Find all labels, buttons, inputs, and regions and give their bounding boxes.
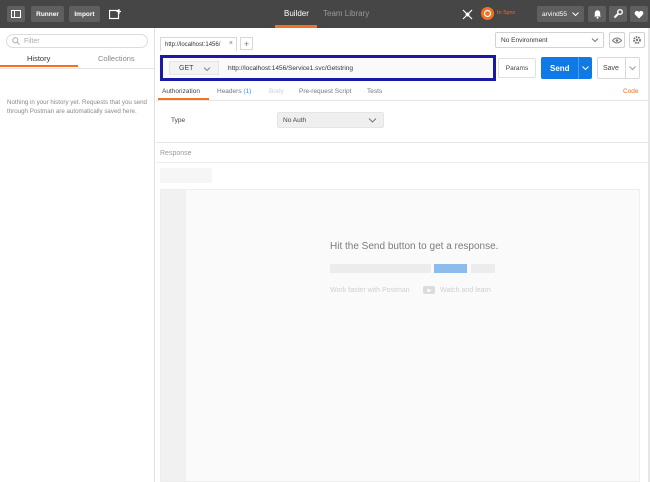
sync-status: In Sync bbox=[497, 10, 516, 16]
sidebar-toggle-button[interactable] bbox=[7, 6, 25, 22]
bell-icon bbox=[593, 10, 601, 19]
settings-button[interactable] bbox=[609, 6, 627, 22]
tab-collections[interactable]: Collections bbox=[98, 54, 135, 63]
response-divider bbox=[156, 162, 650, 163]
method-select[interactable]: GET bbox=[169, 61, 219, 75]
response-status-placeholder bbox=[160, 168, 212, 183]
subtabs-divider bbox=[156, 100, 650, 101]
notifications-button[interactable] bbox=[588, 6, 606, 22]
chevron-down-icon bbox=[203, 67, 211, 72]
eye-icon bbox=[612, 37, 622, 43]
code-link[interactable]: Code bbox=[623, 88, 639, 95]
placeholder-bar-gap bbox=[467, 264, 471, 273]
url-input[interactable]: http://localhost:1456/Service1.svc/Getst… bbox=[223, 61, 491, 75]
environment-quick-look-button[interactable] bbox=[609, 32, 625, 48]
heart-button[interactable] bbox=[630, 6, 648, 22]
response-label: Response bbox=[160, 150, 192, 157]
user-name: arvind55 bbox=[542, 10, 567, 18]
tab-tests[interactable]: Tests bbox=[367, 88, 382, 95]
send-button[interactable]: Send bbox=[541, 57, 592, 79]
history-tab-underline bbox=[0, 65, 78, 67]
chevron-down-icon bbox=[629, 65, 636, 70]
filter-placeholder: Filter bbox=[24, 37, 40, 45]
runner-button[interactable]: Runner bbox=[31, 6, 64, 22]
response-body: Hit the Send button to get a response. W… bbox=[160, 189, 640, 482]
auth-type-label: Type bbox=[171, 117, 186, 124]
request-tab[interactable]: http://localhost:1456/ × bbox=[160, 37, 237, 51]
close-icon[interactable]: × bbox=[229, 40, 233, 47]
history-empty-message: Nothing in your history yet. Requests th… bbox=[7, 99, 147, 115]
send-options-button[interactable] bbox=[578, 57, 592, 79]
sidebar: Filter History Collections Nothing in yo… bbox=[0, 28, 155, 482]
wrench-icon bbox=[613, 9, 623, 19]
gear-icon bbox=[633, 36, 641, 44]
sidebar-toggle-icon bbox=[11, 10, 21, 18]
builder-tab-underline bbox=[275, 25, 317, 28]
heart-icon bbox=[634, 10, 644, 18]
interceptor-button[interactable] bbox=[458, 6, 476, 22]
tab-history[interactable]: History bbox=[27, 54, 50, 63]
user-menu[interactable]: arvind55 bbox=[537, 6, 584, 22]
auth-type-value: No Auth bbox=[283, 116, 307, 124]
environment-value: No Environment bbox=[501, 36, 548, 44]
add-tab-button[interactable]: + bbox=[240, 37, 253, 50]
manage-environments-button[interactable] bbox=[629, 32, 645, 48]
chevron-down-icon bbox=[572, 12, 579, 17]
save-button[interactable]: Save bbox=[597, 57, 640, 79]
tab-headers[interactable]: Headers (1) bbox=[217, 88, 251, 95]
chevron-down-icon bbox=[591, 38, 599, 43]
import-button[interactable]: Import bbox=[69, 6, 100, 22]
tab-authorization[interactable]: Authorization bbox=[162, 88, 200, 95]
plus-icon: + bbox=[243, 38, 250, 49]
environment-select[interactable]: No Environment bbox=[495, 32, 604, 48]
sidebar-divider bbox=[0, 68, 155, 69]
satellite-icon bbox=[462, 9, 472, 19]
tab-team-library[interactable]: Team Library bbox=[323, 9, 369, 18]
tab-body: Body bbox=[269, 88, 284, 95]
headers-count: (1) bbox=[243, 88, 252, 95]
chevron-down-icon bbox=[368, 118, 377, 123]
save-label: Save bbox=[603, 64, 619, 72]
request-tab-label: http://localhost:1456/ bbox=[165, 41, 221, 48]
filter-input[interactable]: Filter bbox=[6, 34, 148, 48]
method-value: GET bbox=[179, 64, 194, 72]
sync-icon[interactable] bbox=[481, 7, 494, 20]
search-icon bbox=[12, 37, 20, 45]
auth-type-select[interactable]: No Auth bbox=[277, 112, 384, 128]
chevron-down-icon bbox=[582, 65, 589, 70]
new-window-icon bbox=[109, 8, 121, 19]
placeholder-bar-highlight bbox=[434, 264, 467, 273]
headers-label: Headers bbox=[217, 88, 242, 95]
save-options-button[interactable] bbox=[625, 58, 639, 78]
request-response-divider bbox=[156, 142, 650, 143]
send-label: Send bbox=[550, 63, 570, 73]
youtube-play-icon[interactable] bbox=[423, 286, 435, 294]
url-bar-highlight: GET http://localhost:1456/Service1.svc/G… bbox=[160, 55, 496, 81]
watch-and-learn-link[interactable]: Watch and learn bbox=[440, 287, 491, 294]
tab-pre-request-script[interactable]: Pre-request Script bbox=[299, 88, 351, 95]
new-window-button[interactable] bbox=[106, 6, 124, 22]
params-button[interactable]: Params bbox=[498, 58, 536, 78]
send-hint: Hit the Send button to get a response. bbox=[330, 241, 499, 252]
top-bar: Runner Import Builder Team Library In Sy… bbox=[0, 0, 650, 28]
work-faster-text: Work faster with Postman bbox=[330, 287, 410, 294]
tab-builder[interactable]: Builder bbox=[284, 9, 309, 18]
line-number-gutter bbox=[161, 190, 186, 481]
